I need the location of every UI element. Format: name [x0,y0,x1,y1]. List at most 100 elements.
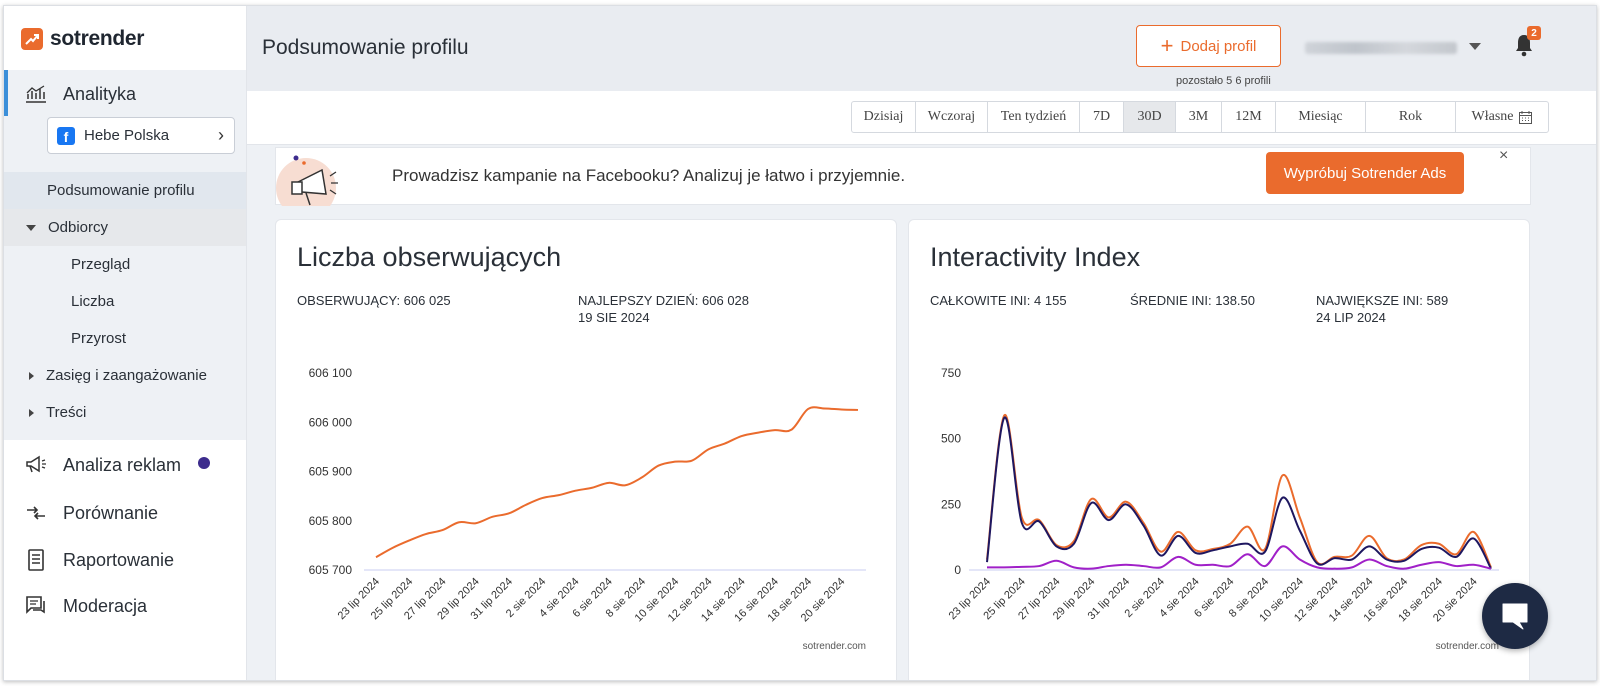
stat-total-ini: CAŁKOWITE INI: 4 155 [930,293,1067,308]
megaphone-illustration-icon [276,148,356,206]
subnav-overview-label: Przegląd [71,256,131,273]
analytics-icon [24,82,48,106]
report-icon [24,548,48,572]
y-tick-label: 0 [954,563,961,577]
stat-average-ini: ŚREDNIE INI: 138.50 [1130,293,1255,308]
nav-item-moderation-label: Moderacja [63,595,148,616]
range-30d[interactable]: 30D [1124,102,1176,132]
chevron-right-icon: › [218,125,224,145]
nav-item-analytics-label: Analityka [63,83,137,104]
range-3m[interactable]: 3M [1176,102,1222,132]
card-title: Liczba obserwujących [297,242,562,272]
ads-promo-banner: Prowadzisz kampanie na Facebooku? Analiz… [275,147,1531,206]
y-tick-label: 750 [941,366,961,380]
subnav-profile-summary-label: Podsumowanie profilu [47,182,195,199]
range-month[interactable]: Miesiąc [1276,102,1366,132]
logo-text: sotrender [50,27,145,50]
compare-arrows-icon [24,501,48,525]
series-line-1 [986,416,1492,570]
nav-item-reporting-label: Raportowanie [63,549,175,570]
sidebar: sotrender Analityka f Hebe Polska › Pods… [4,6,247,680]
profile-name: Hebe Polska [84,127,170,144]
followers-line-chart: 606 100606 000605 900605 800605 70023 li… [309,366,866,624]
nav-item-ads-analysis[interactable]: Analiza reklam [24,453,211,477]
subnav-overview[interactable]: Przegląd [4,246,246,283]
subnav-growth[interactable]: Przyrost [4,320,246,357]
y-tick-label: 606 000 [309,415,353,429]
y-tick-label: 605 800 [309,514,353,528]
user-account-name[interactable] [1305,42,1457,54]
y-tick-label: 605 700 [309,563,353,577]
range-year[interactable]: Rok [1366,102,1456,132]
top-header: Podsumowanie profilu + Dodaj profil pozo… [247,6,1596,91]
caret-down-icon [26,224,36,231]
stat-followers: OBSERWUJĄCY: 606 025 [297,293,451,308]
interactivity-line-chart: 750500250023 lip 202425 lip 202427 lip 2… [941,366,1499,624]
range-today[interactable]: Dzisiaj [852,102,916,132]
stat-max-ini-date: 24 LIP 2024 [1316,310,1386,325]
banner-text: Prowadzisz kampanie na Facebooku? Analiz… [392,166,906,185]
subnav-count[interactable]: Liczba [4,283,246,320]
stat-best-day-value: NAJLEPSZY DZIEŃ: 606 028 [578,293,750,308]
megaphone-icon [24,453,48,477]
logo-mark-icon [21,28,43,50]
profile-selector[interactable]: f Hebe Polska › [47,117,235,154]
range-12m[interactable]: 12M [1222,102,1276,132]
watermark: sotrender.com [1435,641,1499,652]
add-profile-button[interactable]: + Dodaj profil [1136,25,1281,67]
subnav-profile-summary[interactable]: Podsumowanie profilu [4,172,246,209]
nav-item-analytics[interactable]: Analityka [24,82,136,106]
subnav-content-label: Treści [46,404,87,421]
logo[interactable]: sotrender [21,26,144,52]
stat-best-day: NAJLEPSZY DZIEŃ: 606 028 19 SIE 2024 [578,292,749,326]
y-tick-label: 500 [941,432,961,446]
range-7d[interactable]: 7D [1080,102,1124,132]
chat-icon [1502,603,1528,630]
subnav-count-label: Liczba [71,293,115,310]
caret-right-icon [29,408,34,417]
subnav-audience-label: Odbiorcy [48,219,109,236]
add-profile-label: Dodaj profil [1180,37,1257,55]
subnav-reach-engagement-label: Zasięg i zaangażowanie [46,367,207,384]
nav-item-ads-analysis-label: Analiza reklam [63,454,182,475]
stat-max-ini-value: NAJWIĘKSZE INI: 589 [1316,293,1449,308]
y-tick-label: 605 900 [309,465,353,479]
card-title: Interactivity Index [930,242,1141,272]
new-feature-badge [198,457,211,469]
y-tick-label: 606 100 [309,366,353,380]
calendar-icon [1519,110,1533,124]
range-this-week[interactable]: Ten tydzień [988,102,1080,132]
stat-max-ini: NAJWIĘKSZE INI: 589 24 LIP 2024 [1316,292,1448,326]
range-custom[interactable]: Własne [1456,102,1548,132]
watermark: sotrender.com [802,641,866,652]
range-yesterday[interactable]: Wczoraj [916,102,988,132]
plus-icon: + [1160,33,1174,58]
date-range-selector: Dzisiaj Wczoraj Ten tydzień 7D 30D 3M 12… [851,101,1549,133]
nav-item-moderation[interactable]: Moderacja [24,594,147,618]
close-icon[interactable]: × [1499,147,1508,165]
nav-item-comparison[interactable]: Porównanie [24,501,158,525]
chevron-down-icon[interactable] [1469,43,1481,50]
date-range-bar: Dzisiaj Wczoraj Ten tydzień 7D 30D 3M 12… [247,91,1596,145]
series-line-0 [375,406,859,559]
caret-right-icon [29,371,34,380]
page-title: Podsumowanie profilu [262,36,469,59]
nav-item-reporting[interactable]: Raportowanie [24,548,174,572]
range-custom-label: Własne [1471,109,1514,124]
y-tick-label: 250 [941,497,961,511]
subnav-content[interactable]: Treści [4,394,246,431]
nav-item-comparison-label: Porównanie [63,502,159,523]
subnav-audience[interactable]: Odbiorcy [4,209,246,246]
followers-card: Liczba obserwujących OBSERWUJĄCY: 606 02… [275,219,897,680]
facebook-icon: f [57,126,75,145]
stat-best-day-date: 19 SIE 2024 [578,310,650,325]
chat-support-button[interactable] [1482,583,1548,649]
subnav-reach-engagement[interactable]: Zasięg i zaangażowanie [4,357,246,394]
remaining-profiles: pozostało 5 6 profili [1176,75,1271,87]
subnav-growth-label: Przyrost [71,330,127,347]
notification-badge: 2 [1527,26,1541,40]
active-accent [4,70,8,116]
moderation-icon [24,594,48,618]
app-window: sotrender Analityka f Hebe Polska › Pods… [3,5,1597,681]
try-sotrender-ads-button[interactable]: Wypróbuj Sotrender Ads [1266,152,1464,194]
